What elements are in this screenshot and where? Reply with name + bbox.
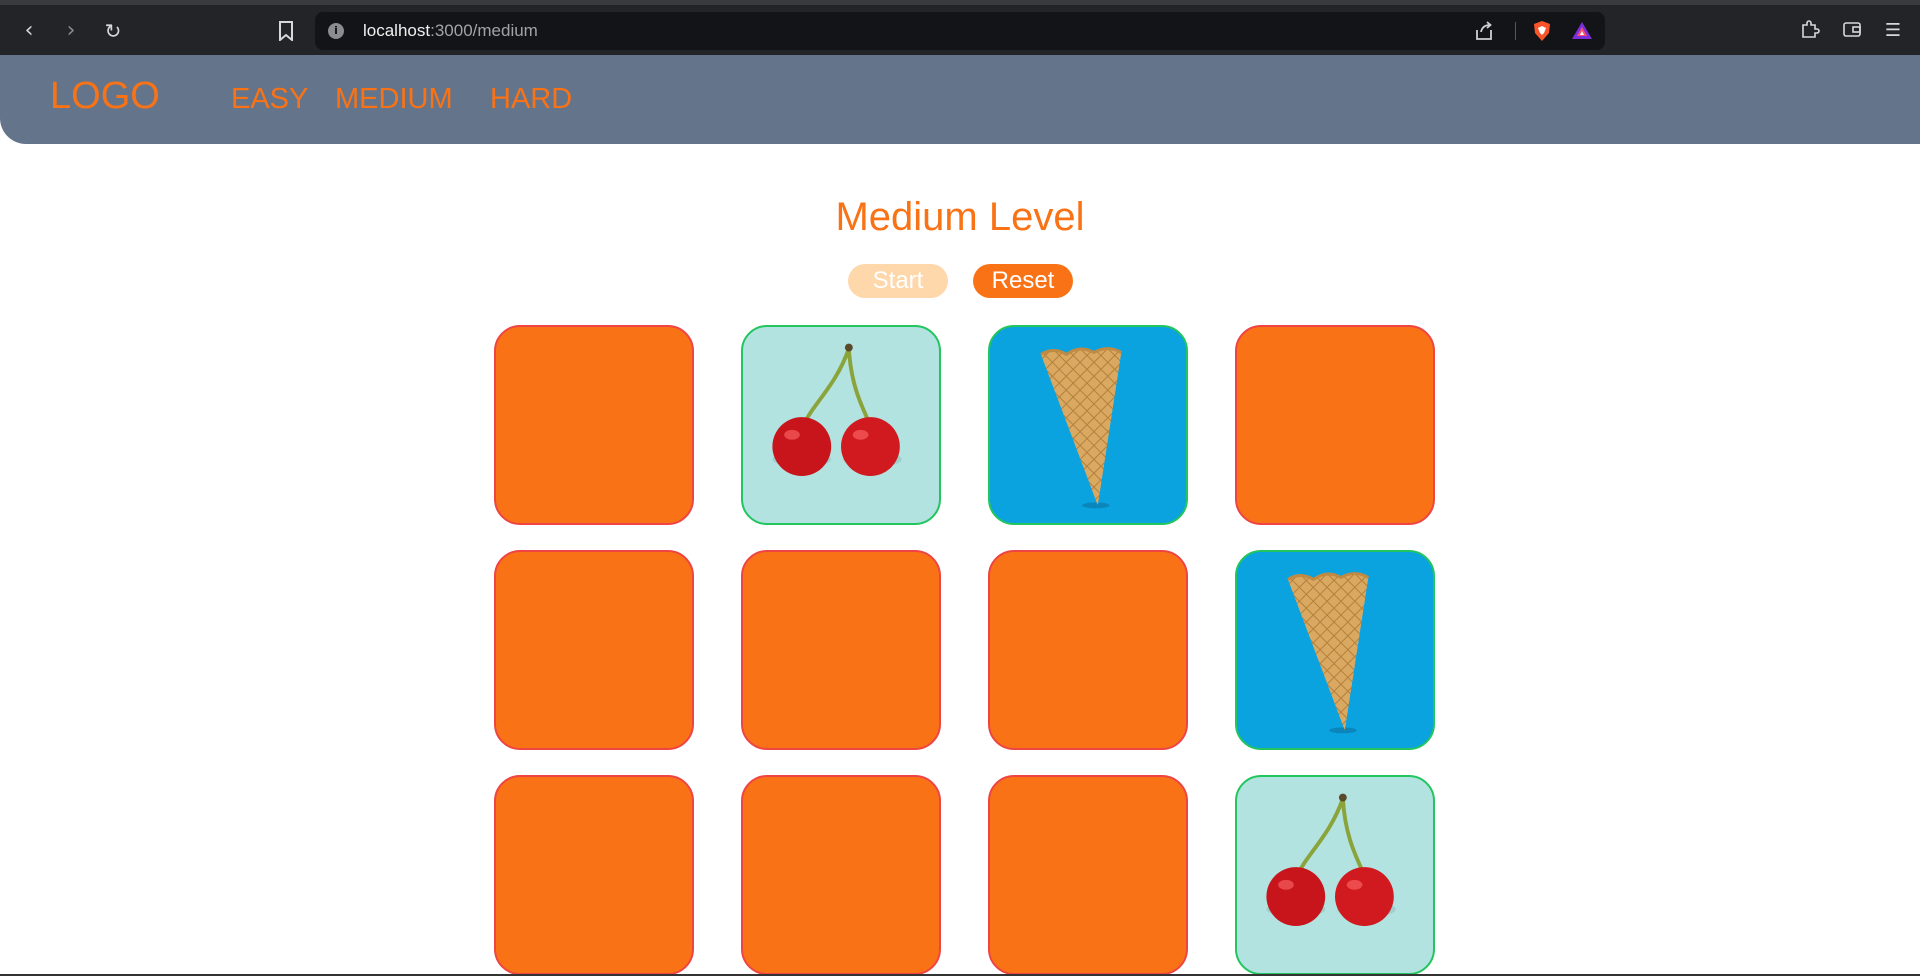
memory-card-cherries[interactable] xyxy=(741,325,941,525)
start-button[interactable]: Start xyxy=(848,264,948,298)
url-text[interactable]: localhost:3000/medium xyxy=(363,12,538,50)
bookmark-icon[interactable] xyxy=(272,17,300,45)
logo[interactable]: LOGO xyxy=(50,75,160,118)
browser-toolbar: ‹ › ↻ i localhost:3000/medium ☰ xyxy=(0,0,1920,55)
ice-cream-cone-image xyxy=(1237,552,1433,748)
page-title: Medium Level xyxy=(835,195,1085,239)
memory-card-face-down[interactable] xyxy=(494,325,694,525)
ice-cream-cone-image xyxy=(990,327,1186,523)
brave-rewards-icon[interactable] xyxy=(1571,20,1593,42)
forward-icon[interactable]: › xyxy=(57,17,85,45)
memory-card-cherries[interactable] xyxy=(1235,775,1435,975)
address-bar[interactable]: i localhost:3000/medium xyxy=(315,12,1605,50)
memory-card-face-down[interactable] xyxy=(988,550,1188,750)
memory-card-ice-cream-cone[interactable] xyxy=(1235,550,1435,750)
app-header: LOGO EASY MEDIUM HARD xyxy=(0,55,1920,144)
memory-card-face-down[interactable] xyxy=(988,775,1188,975)
extensions-icon[interactable] xyxy=(1798,19,1822,43)
memory-card-face-down[interactable] xyxy=(494,775,694,975)
menu-icon[interactable]: ☰ xyxy=(1881,19,1905,43)
cherries-image xyxy=(1237,777,1433,973)
nav-hard[interactable]: HARD xyxy=(490,83,572,116)
reset-button[interactable]: Reset xyxy=(973,264,1073,298)
memory-card-face-down[interactable] xyxy=(494,550,694,750)
toolbar-separator xyxy=(1515,22,1516,40)
memory-card-face-down[interactable] xyxy=(741,550,941,750)
memory-card-face-down[interactable] xyxy=(1235,325,1435,525)
site-info-icon[interactable]: i xyxy=(328,23,344,39)
memory-card-face-down[interactable] xyxy=(741,775,941,975)
share-icon[interactable] xyxy=(1473,20,1495,42)
memory-card-ice-cream-cone[interactable] xyxy=(988,325,1188,525)
cherries-image xyxy=(743,327,939,523)
back-icon[interactable]: ‹ xyxy=(15,17,43,45)
nav-medium[interactable]: MEDIUM xyxy=(335,83,453,116)
reload-icon[interactable]: ↻ xyxy=(99,17,127,45)
nav-easy[interactable]: EASY xyxy=(231,83,308,116)
brave-shields-icon[interactable] xyxy=(1532,20,1552,42)
wallet-icon[interactable] xyxy=(1840,19,1864,43)
